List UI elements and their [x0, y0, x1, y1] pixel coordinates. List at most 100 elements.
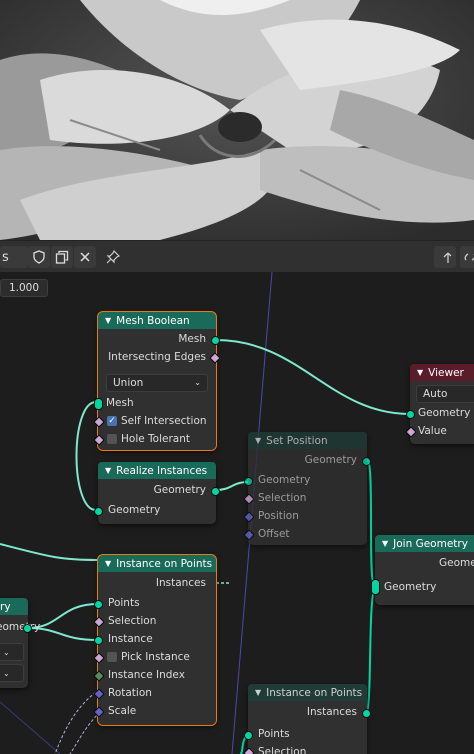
parent-arrow-icon	[443, 252, 452, 263]
output-instances-label: Instances	[155, 577, 206, 589]
node-group-name: s	[2, 249, 9, 265]
node-title: Viewer	[428, 366, 464, 379]
value-input-label: Value	[418, 425, 447, 437]
instance-on-points-node-2[interactable]: ▼ Instance on Points Instances Points Sel…	[243, 684, 371, 754]
node-title: Instance on Points	[266, 686, 363, 699]
input-geometry-label: Geometry	[258, 474, 311, 486]
realize-instances-header[interactable]: ▼ Realize Instances	[98, 462, 216, 479]
output-geometry-label: eometry	[0, 621, 41, 633]
3d-viewport[interactable]	[0, 0, 474, 240]
dropdown-1[interactable]: ⌄	[0, 643, 24, 661]
points-socket[interactable]	[94, 600, 103, 609]
input-geometry-label: Geometry	[108, 504, 161, 516]
instance-index-label: Instance Index	[108, 669, 185, 681]
unlink-button[interactable]	[74, 246, 96, 268]
dropdown-2[interactable]: ⌄	[0, 664, 24, 682]
output-instances-socket[interactable]	[362, 709, 371, 718]
duplicate-icon	[55, 250, 69, 264]
output-geometry-socket[interactable]	[362, 457, 371, 466]
chevron-down-icon: ⌄	[3, 648, 10, 657]
shield-icon	[33, 250, 45, 264]
output-geometry-socket[interactable]	[23, 624, 32, 633]
output-geometry-label: Geometry	[304, 454, 357, 466]
domain-dropdown[interactable]: Auto	[416, 385, 474, 403]
link-icon-button[interactable]	[460, 246, 474, 268]
mesh-boolean-node[interactable]: ▼ Mesh Boolean Mesh Intersecting Edges Un…	[93, 311, 221, 451]
output-geometry-label: Geometry	[439, 557, 474, 569]
node-title: Mesh Boolean	[116, 314, 190, 327]
realize-instances-node[interactable]: ▼ Realize Instances Geometry Geometry	[94, 462, 220, 524]
points-label: Points	[258, 728, 290, 740]
selection-label: Selection	[258, 746, 307, 754]
collapse-chevron-icon[interactable]: ▼	[105, 316, 111, 325]
position-label: Position	[258, 510, 299, 522]
input-geometry-socket[interactable]	[94, 507, 103, 516]
collapse-chevron-icon[interactable]: ▼	[255, 436, 261, 445]
close-icon	[80, 252, 90, 262]
mesh-boolean-header[interactable]: ▼ Mesh Boolean	[98, 312, 216, 329]
output-intersecting-edges-label: Intersecting Edges	[108, 351, 206, 363]
chevron-down-icon: ⌄	[194, 378, 201, 387]
points-label: Points	[108, 597, 140, 609]
operation-dropdown[interactable]: Union ⌄	[106, 374, 208, 392]
selection-label: Selection	[108, 615, 157, 627]
fake-user-button[interactable]	[28, 246, 50, 268]
instance-label: Instance	[108, 633, 153, 645]
node-title: Realize Instances	[116, 464, 208, 477]
geometry-input-socket[interactable]	[406, 410, 415, 419]
points-socket[interactable]	[244, 731, 253, 740]
join-geometry-node[interactable]: ▼ Join Geometry Geometry Geometry	[371, 535, 474, 605]
output-instances-label: Instances	[306, 706, 357, 718]
node-group-name-field[interactable]: s	[0, 246, 28, 268]
output-mesh-socket[interactable]	[211, 336, 220, 345]
output-geometry-socket[interactable]	[211, 487, 220, 496]
collapse-chevron-icon[interactable]: ▼	[417, 368, 423, 377]
pick-instance-checkbox[interactable]	[107, 652, 117, 662]
value-field[interactable]: 1.000	[0, 279, 48, 297]
instance-on-points-header[interactable]: ▼ Instance on Points	[98, 555, 216, 572]
viewer-header[interactable]: ▼ Viewer	[410, 364, 474, 381]
duplicate-button[interactable]	[51, 246, 73, 268]
collapse-chevron-icon[interactable]: ▼	[105, 466, 111, 475]
node-title: Join Geometry	[393, 537, 468, 550]
node-editor-header: s	[0, 240, 474, 273]
output-geometry-label: Geometry	[153, 484, 206, 496]
node-editor-canvas[interactable]: 1.000 ▼ Mesh Boolean Mesh Intersecting Ed…	[0, 272, 474, 754]
geometry-input-label: Geometry	[418, 407, 471, 419]
collapse-chevron-icon[interactable]: ▼	[382, 539, 388, 548]
set-position-node[interactable]: ▼ Set Position Geometry Geometry Selectio…	[243, 432, 371, 545]
node-title: Instance on Points	[116, 557, 213, 570]
self-intersection-label: Self Intersection	[121, 415, 207, 427]
instance-on-points-2-header[interactable]: ▼ Instance on Points	[248, 684, 367, 701]
join-geometry-header[interactable]: ▼ Join Geometry	[375, 535, 474, 552]
input-geometry-label: Geometry	[384, 581, 437, 593]
pin-icon	[106, 250, 120, 264]
link-icon	[464, 253, 474, 261]
input-geometry-socket[interactable]	[244, 477, 253, 486]
input-geometry-socket[interactable]	[371, 579, 380, 595]
scale-label: Scale	[108, 705, 137, 717]
instance-on-points-node[interactable]: ▼ Instance on Points Instances Points Sel…	[93, 554, 217, 726]
left-node-header[interactable]: ry	[0, 598, 28, 615]
viewer-node[interactable]: ▼ Viewer Auto Geometry Value	[405, 364, 474, 444]
operation-value: Union	[113, 377, 144, 389]
left-partial-node[interactable]: ry eometry ⌄ ⌄	[0, 598, 40, 688]
offset-label: Offset	[258, 528, 290, 540]
hole-tolerant-checkbox[interactable]	[107, 434, 117, 444]
chevron-down-icon: ⌄	[3, 669, 10, 678]
self-intersection-checkbox[interactable]: ✓	[107, 416, 117, 426]
pick-instance-label: Pick Instance	[121, 651, 190, 663]
output-mesh-label: Mesh	[178, 333, 206, 345]
parent-node-tree-button[interactable]	[434, 246, 456, 268]
pin-button[interactable]	[102, 246, 124, 268]
hole-tolerant-label: Hole Tolerant	[121, 433, 190, 445]
instance-socket[interactable]	[94, 636, 103, 645]
input-mesh-label: Mesh	[106, 397, 134, 409]
collapse-chevron-icon[interactable]: ▼	[105, 559, 111, 568]
set-position-header[interactable]: ▼ Set Position	[248, 432, 367, 449]
node-links	[0, 272, 411, 754]
input-mesh-socket[interactable]	[94, 398, 103, 410]
node-title: ry	[0, 600, 11, 613]
rotation-label: Rotation	[108, 687, 152, 699]
collapse-chevron-icon[interactable]: ▼	[255, 688, 261, 697]
